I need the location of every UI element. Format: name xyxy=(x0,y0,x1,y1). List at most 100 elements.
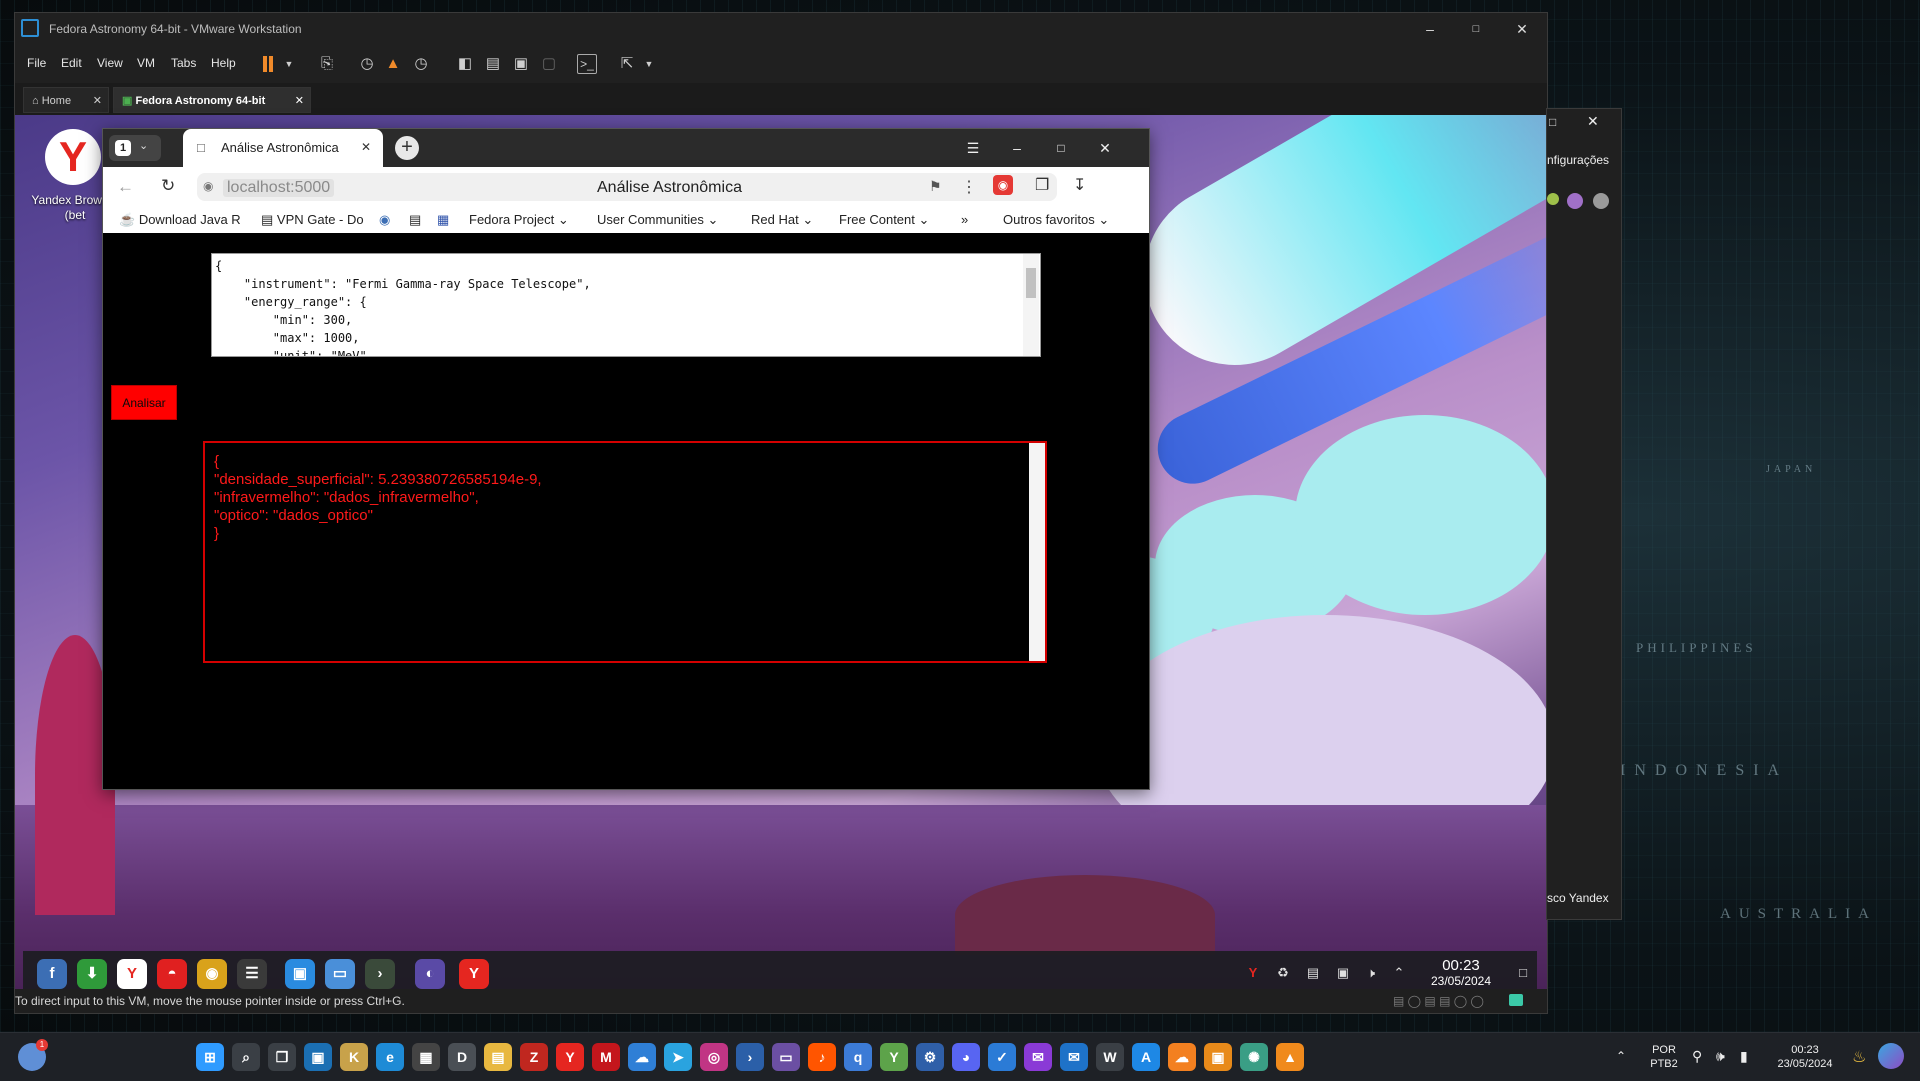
theme-color-gray[interactable] xyxy=(1593,193,1609,209)
result-output[interactable]: { "densidade_superficial": 5.23938072658… xyxy=(203,441,1047,663)
app-a-icon[interactable]: A xyxy=(1132,1043,1160,1071)
search-icon[interactable]: ⌕ xyxy=(232,1043,260,1071)
address-bar[interactable]: ◉ localhost:5000 Análise Astronômica ⚑ xyxy=(197,173,1057,201)
fedora-icon[interactable]: f xyxy=(37,959,67,989)
tab-home-close-icon[interactable]: ✕ xyxy=(93,88,102,114)
bookmark-document-icon[interactable]: ▤ xyxy=(409,212,421,228)
store-icon[interactable]: ▦ xyxy=(412,1043,440,1071)
menu-view[interactable]: View xyxy=(97,56,123,70)
wordpress-icon[interactable]: W xyxy=(1096,1043,1124,1071)
json-input-scroll-thumb[interactable] xyxy=(1026,268,1036,298)
notifications-bell-icon[interactable]: ♨ xyxy=(1852,1047,1866,1067)
stellarium-icon[interactable]: ◐ xyxy=(415,959,445,989)
app-k-icon[interactable]: K xyxy=(340,1043,368,1071)
bookmark-app-icon[interactable]: ▦ xyxy=(437,212,449,228)
panel-close-icon[interactable]: ✕ xyxy=(1587,113,1599,130)
downloads-icon[interactable]: ↧ xyxy=(1073,175,1086,195)
menu-edit[interactable]: Edit xyxy=(61,56,82,70)
site-info-icon[interactable]: ◉ xyxy=(203,179,213,193)
volume-icon[interactable]: 🕪 xyxy=(1716,1048,1725,1065)
tab-fedora-close-icon[interactable]: ✕ xyxy=(295,88,304,114)
battery-icon[interactable]: ▮ xyxy=(1740,1048,1748,1065)
cloudflare-icon[interactable]: ☁ xyxy=(1168,1043,1196,1071)
console-view-icon[interactable]: >_ xyxy=(577,54,597,74)
files-icon[interactable]: ▭ xyxy=(325,959,355,989)
yandex-tray-icon[interactable]: Y xyxy=(1245,965,1261,981)
bookmark-folder-red-hat[interactable]: Red Hat ⌄ xyxy=(751,212,813,228)
panel-maximize-icon[interactable]: □ xyxy=(1549,115,1556,129)
menu-file[interactable]: File xyxy=(27,56,46,70)
tab-counter-button[interactable]: 1 ⌄ xyxy=(109,135,161,161)
powershell-icon[interactable]: › xyxy=(736,1043,764,1071)
unity-icon[interactable]: ▢ xyxy=(539,54,559,74)
menu-vm[interactable]: VM xyxy=(137,56,155,70)
bookmarks-overflow-button[interactable]: » xyxy=(961,212,968,227)
maximize-button[interactable]: □ xyxy=(1453,13,1499,45)
wifi-icon[interactable]: ⚲ xyxy=(1692,1048,1702,1065)
minimize-button[interactable]: – xyxy=(1407,13,1453,45)
bookmark-java[interactable]: ☕ Download Java R xyxy=(119,212,241,228)
browser-menu-icon[interactable]: ☰ xyxy=(951,129,995,167)
edge-icon[interactable]: e xyxy=(376,1043,404,1071)
sync-tray-icon[interactable]: ♻ xyxy=(1275,965,1291,981)
redhat-icon[interactable]: ◓ xyxy=(157,959,187,989)
software-center-icon[interactable]: ▣ xyxy=(285,959,315,989)
reload-icon[interactable]: ↻ xyxy=(161,176,175,196)
discord-icon[interactable]: ◕ xyxy=(952,1043,980,1071)
theme-color-green[interactable] xyxy=(1547,193,1559,205)
app-y-icon[interactable]: Y xyxy=(880,1043,908,1071)
host-clock[interactable]: 00:23 23/05/2024 xyxy=(1770,1043,1840,1071)
pause-icon[interactable] xyxy=(259,54,279,74)
snapshot-manager-icon[interactable]: ◷ xyxy=(411,54,431,74)
chatgpt-icon[interactable]: ✺ xyxy=(1240,1043,1268,1071)
download-manager-icon[interactable]: ⬇ xyxy=(77,959,107,989)
fullscreen-icon[interactable]: ▣ xyxy=(511,54,531,74)
pause-dropdown-icon[interactable]: ▼ xyxy=(279,54,299,74)
dell-icon[interactable]: D xyxy=(448,1043,476,1071)
stretch-dropdown-icon[interactable]: ▼ xyxy=(639,54,659,74)
tab-fedora-astronomy[interactable]: ▣ Fedora Astronomy 64-bit ✕ xyxy=(113,87,311,113)
snapshot-icon[interactable]: ◷ xyxy=(357,54,377,74)
vlc-icon[interactable]: ▲ xyxy=(1276,1043,1304,1071)
settings-sliders-icon[interactable]: ☰ xyxy=(237,959,267,989)
show-desktop-icon[interactable]: □ xyxy=(1515,965,1531,981)
stretch-guest-icon[interactable]: ⇱ xyxy=(617,54,637,74)
instagram-icon[interactable]: ◎ xyxy=(700,1043,728,1071)
yandex-browser-icon[interactable]: Y xyxy=(459,959,489,989)
theme-color-purple[interactable] xyxy=(1567,193,1583,209)
bookmark-folder-free-content[interactable]: Free Content ⌄ xyxy=(839,212,929,228)
task-view-icon[interactable]: ❐ xyxy=(268,1043,296,1071)
file-explorer-icon[interactable]: ▤ xyxy=(484,1043,512,1071)
tab-close-icon[interactable]: ✕ xyxy=(361,140,371,154)
send-ctrl-alt-del-icon[interactable]: ⎘ xyxy=(317,54,337,74)
mcafee-icon[interactable]: M xyxy=(592,1043,620,1071)
browser-tab-analise[interactable]: □ Análise Astronômica ✕ xyxy=(183,129,383,167)
tab-home[interactable]: ⌂ Home ✕ xyxy=(23,87,109,113)
browser-minimize-button[interactable]: – xyxy=(995,129,1039,167)
messenger-icon[interactable]: ✉ xyxy=(1024,1043,1052,1071)
device-status-icons[interactable]: ▤ ◯ ▤ ▤ ◯ ◯ xyxy=(1393,989,1484,1013)
bookmark-icon[interactable]: ⚑ xyxy=(929,178,942,195)
clipboard-tray-icon[interactable]: ▤ xyxy=(1305,965,1321,981)
menu-tabs[interactable]: Tabs xyxy=(171,56,196,70)
close-button[interactable]: ✕ xyxy=(1499,13,1545,45)
bookmark-vpngate[interactable]: ▤ VPN Gate - Do xyxy=(261,212,364,228)
browser-maximize-button[interactable]: □ xyxy=(1039,129,1083,167)
yandex-icon[interactable]: Y xyxy=(556,1043,584,1071)
host-tray-expand-icon[interactable]: ⌃ xyxy=(1616,1049,1626,1063)
thumbnail-view-icon[interactable]: ▤ xyxy=(483,54,503,74)
more-options-icon[interactable]: ⋮ xyxy=(961,177,977,197)
revert-snapshot-icon[interactable]: ▲ xyxy=(383,54,403,74)
terminal-app-icon[interactable]: ▭ xyxy=(772,1043,800,1071)
todo-icon[interactable]: ✓ xyxy=(988,1043,1016,1071)
back-arrow-icon[interactable]: ← xyxy=(117,177,134,197)
telegram-icon[interactable]: ➤ xyxy=(664,1043,692,1071)
volume-tray-icon[interactable]: 🕨 xyxy=(1363,965,1379,981)
guest-clock[interactable]: 00:23 23/05/2024 xyxy=(1419,957,1503,988)
json-input-scrollbar[interactable] xyxy=(1023,254,1039,356)
collections-icon[interactable]: ❐ xyxy=(1035,175,1049,195)
cloud-app-icon[interactable]: ☁ xyxy=(628,1043,656,1071)
library-view-icon[interactable]: ◧ xyxy=(455,54,475,74)
yandex-icon[interactable]: Y xyxy=(117,959,147,989)
network-tray-icon[interactable]: ▣ xyxy=(1335,965,1351,981)
